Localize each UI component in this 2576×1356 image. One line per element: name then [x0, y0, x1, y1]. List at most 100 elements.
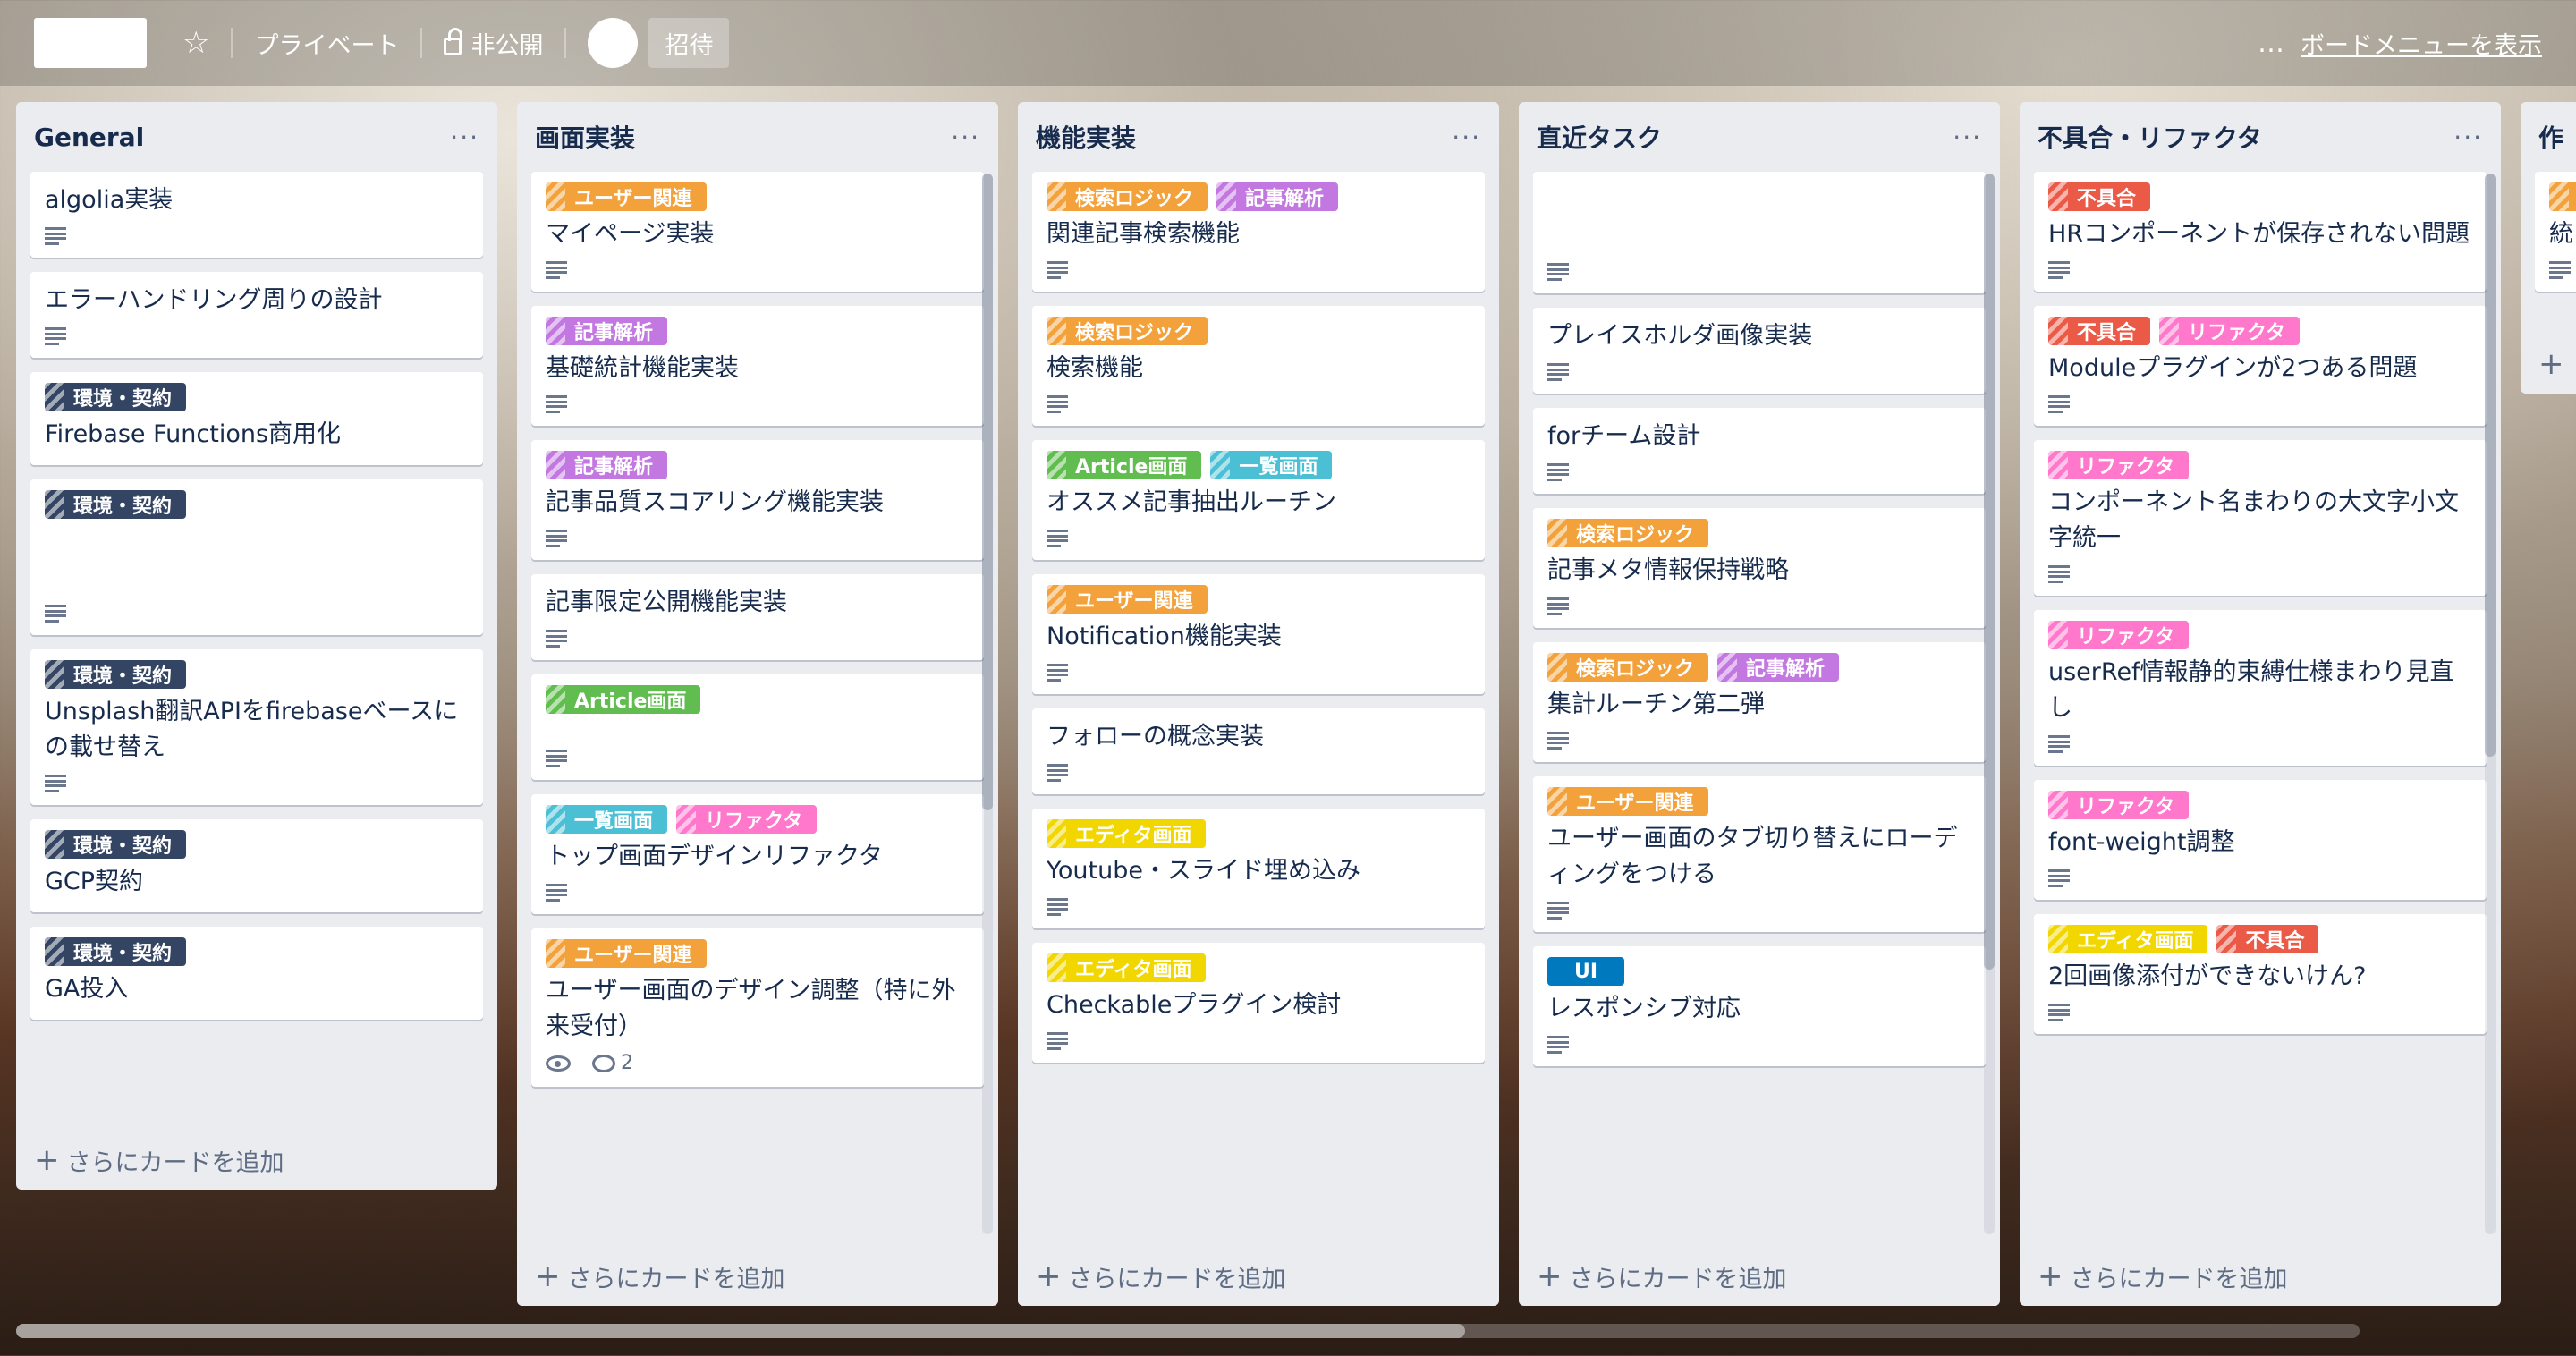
- member-avatar[interactable]: [588, 18, 639, 68]
- label-editor-screen[interactable]: エディタ画面: [1046, 819, 1207, 848]
- card[interactable]: 記事限定公開機能実装: [531, 574, 984, 660]
- list-title[interactable]: 機能実装: [1036, 119, 1136, 155]
- card[interactable]: ユーザー関連 Notification機能実装: [1032, 574, 1485, 694]
- board-horizontal-scrollbar[interactable]: [16, 1324, 2360, 1338]
- label-env-contract[interactable]: 環境・契約: [45, 490, 187, 519]
- label-env-contract[interactable]: 環境・契約: [45, 660, 187, 689]
- list-header[interactable]: 不具合・リファクタ ···: [2020, 102, 2501, 172]
- team-visibility-button[interactable]: プライベート: [236, 18, 417, 68]
- scroll-thumb[interactable]: [16, 1324, 1465, 1338]
- card[interactable]: フォローの概念実装: [1032, 708, 1485, 794]
- label-bug[interactable]: 不具合: [2216, 925, 2319, 953]
- list-header[interactable]: 直近タスク ···: [1519, 102, 2000, 172]
- privacy-button[interactable]: 非公開: [426, 18, 561, 68]
- label-user[interactable]: [2549, 182, 2576, 211]
- list-menu-icon[interactable]: ···: [1452, 123, 1481, 152]
- add-card-button[interactable]: + さらにカードを追加: [517, 1247, 998, 1306]
- label-article-screen[interactable]: Article画面: [1046, 451, 1202, 479]
- label-search-logic[interactable]: 検索ロジック: [1046, 182, 1208, 211]
- list-header[interactable]: 作: [2521, 102, 2576, 172]
- list-title[interactable]: 作: [2538, 119, 2563, 155]
- list-scrollbar[interactable]: [2485, 174, 2496, 1234]
- label-refactor[interactable]: リファクタ: [2159, 317, 2301, 345]
- list-menu-icon[interactable]: ···: [450, 123, 479, 152]
- card[interactable]: algolia実装: [30, 172, 483, 258]
- add-card-button[interactable]: + さらにカードを追加: [16, 1131, 497, 1190]
- list-header[interactable]: 機能実装 ···: [1018, 102, 1499, 172]
- list-scrollbar[interactable]: [982, 174, 993, 1234]
- card[interactable]: [1533, 172, 1986, 293]
- label-search-logic[interactable]: 検索ロジック: [1547, 519, 1709, 547]
- label-refactor[interactable]: リファクタ: [2048, 791, 2190, 819]
- label-bug[interactable]: 不具合: [2048, 317, 2151, 345]
- card[interactable]: ユーザー関連 ユーザー画面のデザイン調整（特に外来受付） 2: [531, 928, 984, 1087]
- label-refactor[interactable]: リファクタ: [676, 805, 818, 834]
- card[interactable]: 環境・契約 GA投入: [30, 927, 483, 1020]
- list-menu-icon[interactable]: ···: [2453, 123, 2483, 152]
- list-title[interactable]: 画面実装: [535, 119, 635, 155]
- label-refactor[interactable]: リファクタ: [2048, 451, 2190, 479]
- card[interactable]: 検索ロジック 記事解析 関連記事検索機能: [1032, 172, 1485, 292]
- label-list-screen[interactable]: 一覧画面: [1210, 451, 1333, 479]
- label-list-screen[interactable]: 一覧画面: [546, 805, 668, 834]
- label-article-analysis[interactable]: 記事解析: [1717, 653, 1840, 682]
- label-search-logic[interactable]: 検索ロジック: [1046, 317, 1208, 345]
- label-article-analysis[interactable]: 記事解析: [1216, 182, 1339, 211]
- list-title[interactable]: 不具合・リファクタ: [2038, 119, 2262, 155]
- add-card-button[interactable]: + さらにカードを追加: [2020, 1247, 2501, 1306]
- label-env-contract[interactable]: 環境・契約: [45, 830, 187, 859]
- label-refactor[interactable]: リファクタ: [2048, 621, 2190, 649]
- card[interactable]: ユーザー関連 マイページ実装: [531, 172, 984, 292]
- list-header[interactable]: General ···: [16, 102, 497, 172]
- card[interactable]: 記事解析 記事品質スコアリング機能実装: [531, 440, 984, 560]
- card[interactable]: エディタ画面 Youtube・スライド埋め込み: [1032, 809, 1485, 928]
- card[interactable]: 検索ロジック 記事解析 集計ルーチン第二弾: [1533, 642, 1986, 762]
- card[interactable]: 不具合 リファクタ Moduleプラグインが2つある問題: [2034, 306, 2487, 426]
- card[interactable]: リファクタ userRef情報静的束縛仕様まわり見直し: [2034, 610, 2487, 766]
- list-menu-icon[interactable]: ···: [1953, 123, 1982, 152]
- star-button[interactable]: ☆: [165, 18, 227, 68]
- label-user[interactable]: ユーザー関連: [546, 182, 707, 211]
- list-scrollbar[interactable]: [1984, 174, 1995, 1234]
- add-card-button[interactable]: + さらにカードを追加: [1018, 1247, 1499, 1306]
- label-ui[interactable]: UI: [1547, 957, 1625, 986]
- label-article-screen[interactable]: Article画面: [546, 685, 701, 714]
- label-article-analysis[interactable]: 記事解析: [546, 451, 668, 479]
- label-user[interactable]: ユーザー関連: [1046, 585, 1208, 614]
- list-title[interactable]: 直近タスク: [1537, 119, 1662, 155]
- card[interactable]: エディタ画面 Checkableプラグイン検討: [1032, 943, 1485, 1063]
- card[interactable]: Article画面 一覧画面 オススメ記事抽出ルーチン: [1032, 440, 1485, 560]
- card[interactable]: リファクタ font-weight調整: [2034, 780, 2487, 900]
- add-card-button[interactable]: +: [2521, 335, 2576, 394]
- label-user[interactable]: ユーザー関連: [1547, 787, 1708, 816]
- label-env-contract[interactable]: 環境・契約: [45, 937, 187, 966]
- label-env-contract[interactable]: 環境・契約: [45, 383, 187, 411]
- list-title[interactable]: General: [34, 123, 144, 152]
- card[interactable]: 環境・契約 GCP契約: [30, 819, 483, 912]
- list-menu-icon[interactable]: ···: [951, 123, 980, 152]
- list-header[interactable]: 画面実装 ···: [517, 102, 998, 172]
- card[interactable]: エラーハンドリング周りの設計: [30, 272, 483, 358]
- card[interactable]: UI レスポンシブ対応: [1533, 946, 1986, 1066]
- label-article-analysis[interactable]: 記事解析: [546, 317, 668, 345]
- label-search-logic[interactable]: 検索ロジック: [1547, 653, 1709, 682]
- card[interactable]: 環境・契約 Firebase Functions商用化: [30, 372, 483, 465]
- label-bug[interactable]: 不具合: [2048, 182, 2151, 211]
- card[interactable]: Article画面: [531, 674, 984, 780]
- card[interactable]: 一覧画面 リファクタ トップ画面デザインリファクタ: [531, 794, 984, 914]
- card[interactable]: リファクタ コンポーネント名まわりの大文字小文字統一: [2034, 440, 2487, 596]
- board-title[interactable]: [34, 18, 147, 68]
- card[interactable]: プレイスホルダ画像実装: [1533, 308, 1986, 394]
- label-editor-screen[interactable]: エディタ画面: [2048, 925, 2208, 953]
- show-menu-link[interactable]: ボードメニューを表示: [2301, 26, 2542, 61]
- label-user[interactable]: ユーザー関連: [546, 939, 707, 968]
- card[interactable]: ユーザー関連 ユーザー画面のタブ切り替えにローディングをつける: [1533, 776, 1986, 932]
- card[interactable]: 不具合 HRコンポーネントが保存されない問題: [2034, 172, 2487, 292]
- label-editor-screen[interactable]: エディタ画面: [1046, 953, 1207, 982]
- card[interactable]: 環境・契約 Unsplash翻訳APIをfirebaseベースにの載せ替え: [30, 649, 483, 805]
- card[interactable]: 統: [2535, 172, 2576, 292]
- more-icon[interactable]: …: [2258, 28, 2286, 59]
- card[interactable]: 検索ロジック 記事メタ情報保持戦略: [1533, 508, 1986, 628]
- invite-button[interactable]: 招待: [648, 18, 730, 68]
- card[interactable]: forチーム設計: [1533, 408, 1986, 494]
